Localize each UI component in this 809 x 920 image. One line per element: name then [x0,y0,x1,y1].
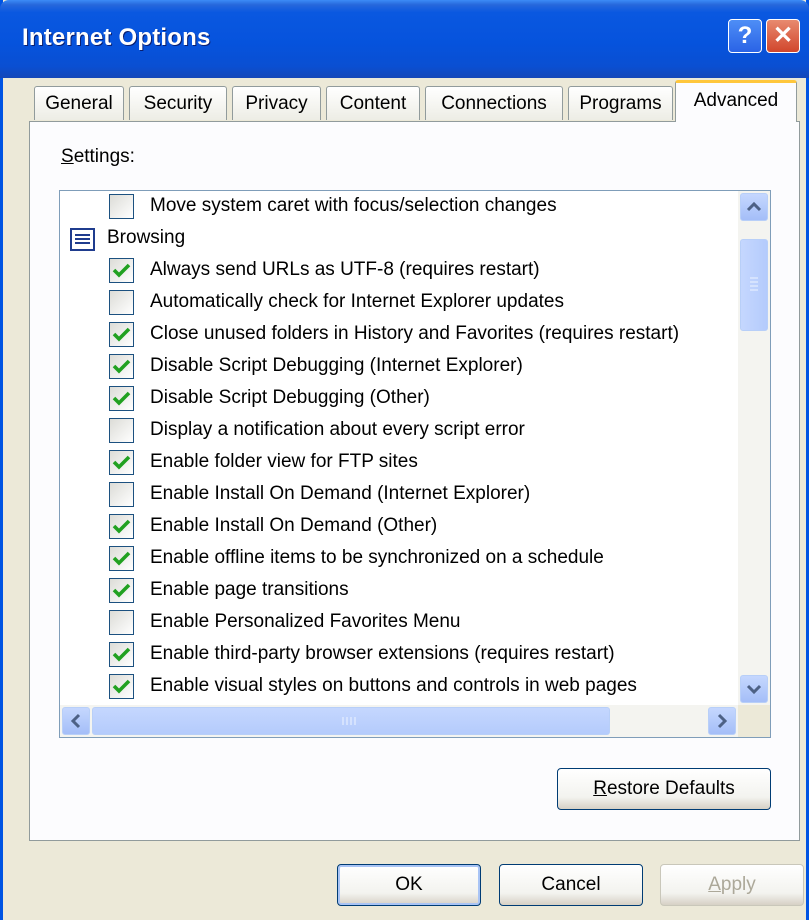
settings-option-label: Enable Personalized Favorites Menu [150,611,461,632]
settings-checkbox[interactable] [109,642,134,667]
settings-option-label: Enable folder view for FTP sites [150,451,418,472]
settings-option-label: Enable Install On Demand (Other) [150,515,438,536]
window-title: Internet Options [22,24,211,51]
settings-option-row[interactable]: Automatically check for Internet Explore… [60,287,736,319]
checkmark-icon [112,455,131,470]
tab-programs[interactable]: Programs [568,86,673,120]
settings-option-label: Close unused folders in History and Favo… [150,323,680,344]
tab-content[interactable]: Content [326,86,420,120]
checkmark-icon [112,583,131,598]
horizontal-scrollbar[interactable] [60,705,738,737]
settings-option-label: Display a notification about every scrip… [150,419,525,440]
checkmark-icon [112,551,131,566]
close-button[interactable]: ✕ [766,19,800,53]
checkmark-icon [112,327,131,342]
settings-option-row[interactable]: Enable Install On Demand (Other) [60,511,736,543]
settings-checkbox[interactable] [109,290,134,315]
settings-checkbox[interactable] [109,674,134,699]
checkmark-icon [112,519,131,534]
settings-category-label: Browsing [107,227,186,248]
settings-option-label: Automatically check for Internet Explore… [150,291,564,312]
settings-checkbox[interactable] [109,418,134,443]
checkmark-icon [112,647,131,662]
settings-checkbox[interactable] [109,546,134,571]
settings-option-label: Move system caret with focus/selection c… [150,195,557,216]
settings-checkbox[interactable] [109,194,134,219]
settings-option-row[interactable]: Enable Install On Demand (Internet Explo… [60,479,736,511]
settings-option-row[interactable]: Disable Script Debugging (Internet Explo… [60,351,736,383]
vertical-scrollbar[interactable] [738,191,770,705]
settings-category-row: Browsing [60,223,736,255]
scroll-down-button[interactable] [740,675,768,703]
settings-checkbox[interactable] [109,386,134,411]
settings-option-row[interactable]: Enable folder view for FTP sites [60,447,736,479]
tab-general[interactable]: General [34,86,124,120]
settings-option-label: Enable visual styles on buttons and cont… [150,675,637,696]
settings-checkbox[interactable] [109,322,134,347]
settings-checkbox[interactable] [109,258,134,283]
title-bar[interactable]: Internet Options ? ✕ [0,0,809,78]
settings-checkbox[interactable] [109,610,134,635]
settings-option-label: Enable page transitions [150,579,349,600]
restore-defaults-button[interactable]: Restore Defaults [557,768,771,810]
settings-option-row[interactable]: Enable offline items to be synchronized … [60,543,736,575]
scroll-up-button[interactable] [740,193,768,221]
grip-icon [342,717,356,725]
chevron-up-icon [746,201,762,212]
settings-option-row[interactable]: Enable page transitions [60,575,736,607]
settings-list[interactable]: Move system caret with focus/selection c… [59,190,771,738]
scroll-right-button[interactable] [708,707,736,735]
settings-label: Settings: [61,146,135,167]
chevron-down-icon [746,684,762,695]
checkmark-icon [112,263,131,278]
cancel-button[interactable]: Cancel [499,864,643,906]
tab-advanced[interactable]: Advanced [675,80,797,122]
checkmark-icon [112,391,131,406]
checkmark-icon [112,359,131,374]
settings-option-row[interactable]: Enable Personalized Favorites Menu [60,607,736,639]
settings-category-icon [70,228,95,251]
settings-option-row[interactable]: Enable third-party browser extensions (r… [60,639,736,671]
chevron-right-icon [717,713,728,729]
settings-option-row[interactable]: Close unused folders in History and Favo… [60,319,736,351]
settings-option-row[interactable]: Display a notification about every scrip… [60,415,736,447]
tab-connections[interactable]: Connections [425,86,563,120]
settings-option-label: Enable third-party browser extensions (r… [150,643,615,664]
settings-checkbox[interactable] [109,450,134,475]
help-button[interactable]: ? [728,19,762,53]
settings-option-label: Disable Script Debugging (Other) [150,387,430,408]
tab-privacy[interactable]: Privacy [232,86,321,120]
chevron-left-icon [70,713,81,729]
settings-option-label: Enable Install On Demand (Internet Explo… [150,483,531,504]
settings-option-row[interactable]: Disable Script Debugging (Other) [60,383,736,415]
scroll-left-button[interactable] [62,707,90,735]
scrollbar-corner [738,705,770,737]
internet-options-dialog: Internet Options ? ✕ General Security Pr… [0,0,809,920]
settings-option-row[interactable]: Always send URLs as UTF-8 (requires rest… [60,255,736,287]
checkmark-icon [112,679,131,694]
ok-button[interactable]: OK [337,864,481,906]
settings-checkbox[interactable] [109,514,134,539]
apply-button[interactable]: Apply [660,864,804,906]
settings-option-label: Enable offline items to be synchronized … [150,547,604,568]
settings-option-label: Disable Script Debugging (Internet Explo… [150,355,523,376]
grip-icon [750,277,758,291]
settings-checkbox[interactable] [109,482,134,507]
tab-security[interactable]: Security [129,86,227,120]
settings-checkbox[interactable] [109,578,134,603]
settings-option-label: Always send URLs as UTF-8 (requires rest… [150,259,540,280]
vertical-scroll-thumb[interactable] [740,239,768,331]
settings-option-row[interactable]: Enable visual styles on buttons and cont… [60,671,736,703]
horizontal-scroll-thumb[interactable] [92,707,610,735]
settings-option-row[interactable]: Move system caret with focus/selection c… [60,191,736,223]
settings-checkbox[interactable] [109,354,134,379]
